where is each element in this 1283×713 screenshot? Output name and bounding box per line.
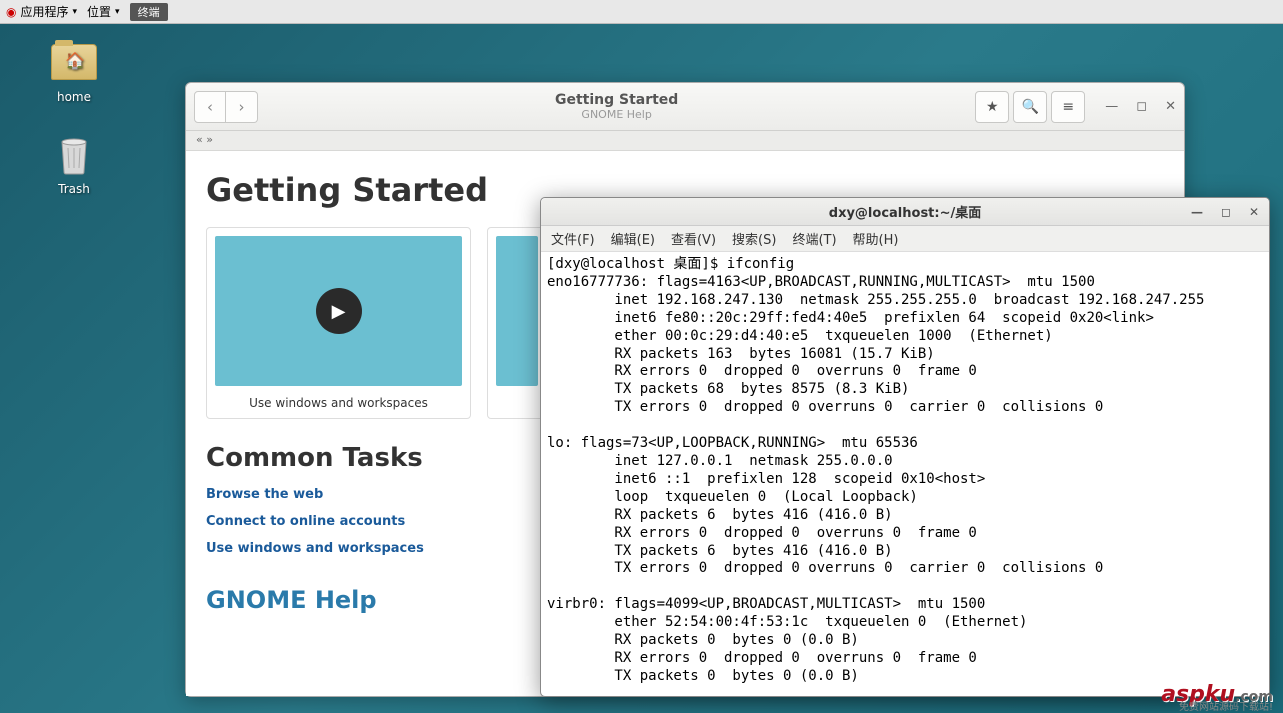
menu-file[interactable]: 文件(F) xyxy=(551,229,595,248)
terminal-output[interactable]: [dxy@localhost 桌面]$ ifconfig eno16777736… xyxy=(541,252,1269,690)
desktop-icon-trash[interactable]: Trash xyxy=(50,132,98,196)
card-thumbnail: ▶ xyxy=(215,236,462,386)
maximize-button[interactable]: ◻ xyxy=(1136,99,1147,114)
menu-search[interactable]: 搜索(S) xyxy=(732,229,776,248)
star-icon: ★ xyxy=(986,99,999,115)
menu-view[interactable]: 查看(V) xyxy=(671,229,716,248)
menu-edit[interactable]: 编辑(E) xyxy=(611,229,655,248)
search-button[interactable]: 🔍 xyxy=(1013,91,1047,123)
folder-home-icon xyxy=(51,44,97,80)
window-title: Getting Started xyxy=(258,92,975,108)
window-subtitle: GNOME Help xyxy=(258,108,975,121)
breadcrumb[interactable]: « » xyxy=(186,131,1184,151)
terminal-titlebar[interactable]: dxy@localhost:~/桌面 — ◻ ✕ xyxy=(541,198,1269,226)
help-card[interactable]: ▶ Use windows and workspaces xyxy=(206,227,471,419)
card-label: Use windows and workspaces xyxy=(215,396,462,410)
terminal-window: dxy@localhost:~/桌面 — ◻ ✕ 文件(F) 编辑(E) 查看(… xyxy=(540,197,1270,697)
desktop-icon-home[interactable]: home xyxy=(50,40,98,104)
desktop-icon-label: home xyxy=(57,90,91,104)
card-thumbnail xyxy=(496,236,538,386)
chevron-down-icon: ▾ xyxy=(73,7,78,17)
panel-places-label: 位置 xyxy=(87,3,111,20)
minimize-button[interactable]: — xyxy=(1105,99,1118,114)
menu-help[interactable]: 帮助(H) xyxy=(853,229,899,248)
hamburger-icon: ≡ xyxy=(1062,99,1074,115)
panel-applications[interactable]: ◉ 应用程序 ▾ xyxy=(6,3,77,20)
minimize-button[interactable]: — xyxy=(1191,205,1203,219)
search-icon: 🔍 xyxy=(1022,99,1039,115)
taskbar-label: 终端 xyxy=(138,6,160,19)
terminal-menubar: 文件(F) 编辑(E) 查看(V) 搜索(S) 终端(T) 帮助(H) xyxy=(541,226,1269,252)
taskbar-item-terminal[interactable]: 终端 xyxy=(130,3,168,21)
help-card[interactable] xyxy=(487,227,547,419)
chevron-left-icon: ‹ xyxy=(207,98,213,116)
breadcrumb-text: « » xyxy=(196,133,213,146)
nav-forward-button[interactable]: › xyxy=(226,91,258,123)
chevron-right-icon: › xyxy=(239,98,245,116)
menu-terminal[interactable]: 终端(T) xyxy=(792,229,836,248)
maximize-button[interactable]: ◻ xyxy=(1221,205,1231,219)
panel-places[interactable]: 位置 ▾ xyxy=(87,3,120,20)
nav-back-button[interactable]: ‹ xyxy=(194,91,226,123)
terminal-title: dxy@localhost:~/桌面 xyxy=(829,202,981,221)
trash-icon xyxy=(54,132,94,176)
close-button[interactable]: ✕ xyxy=(1165,99,1176,114)
panel-apps-label: 应用程序 xyxy=(20,3,68,20)
help-titlebar[interactable]: ‹ › Getting Started GNOME Help ★ 🔍 ≡ — ◻… xyxy=(186,83,1184,131)
watermark-sub: 免费网站源码下载站! xyxy=(1179,698,1273,713)
chevron-down-icon: ▾ xyxy=(115,7,120,17)
desktop-icon-label: Trash xyxy=(58,182,90,196)
close-button[interactable]: ✕ xyxy=(1249,205,1259,219)
bookmark-button[interactable]: ★ xyxy=(975,91,1009,123)
menu-button[interactable]: ≡ xyxy=(1051,91,1085,123)
top-panel: ◉ 应用程序 ▾ 位置 ▾ 终端 xyxy=(0,0,1283,24)
play-icon: ▶ xyxy=(316,288,362,334)
desktop-icons: home Trash xyxy=(50,40,98,224)
